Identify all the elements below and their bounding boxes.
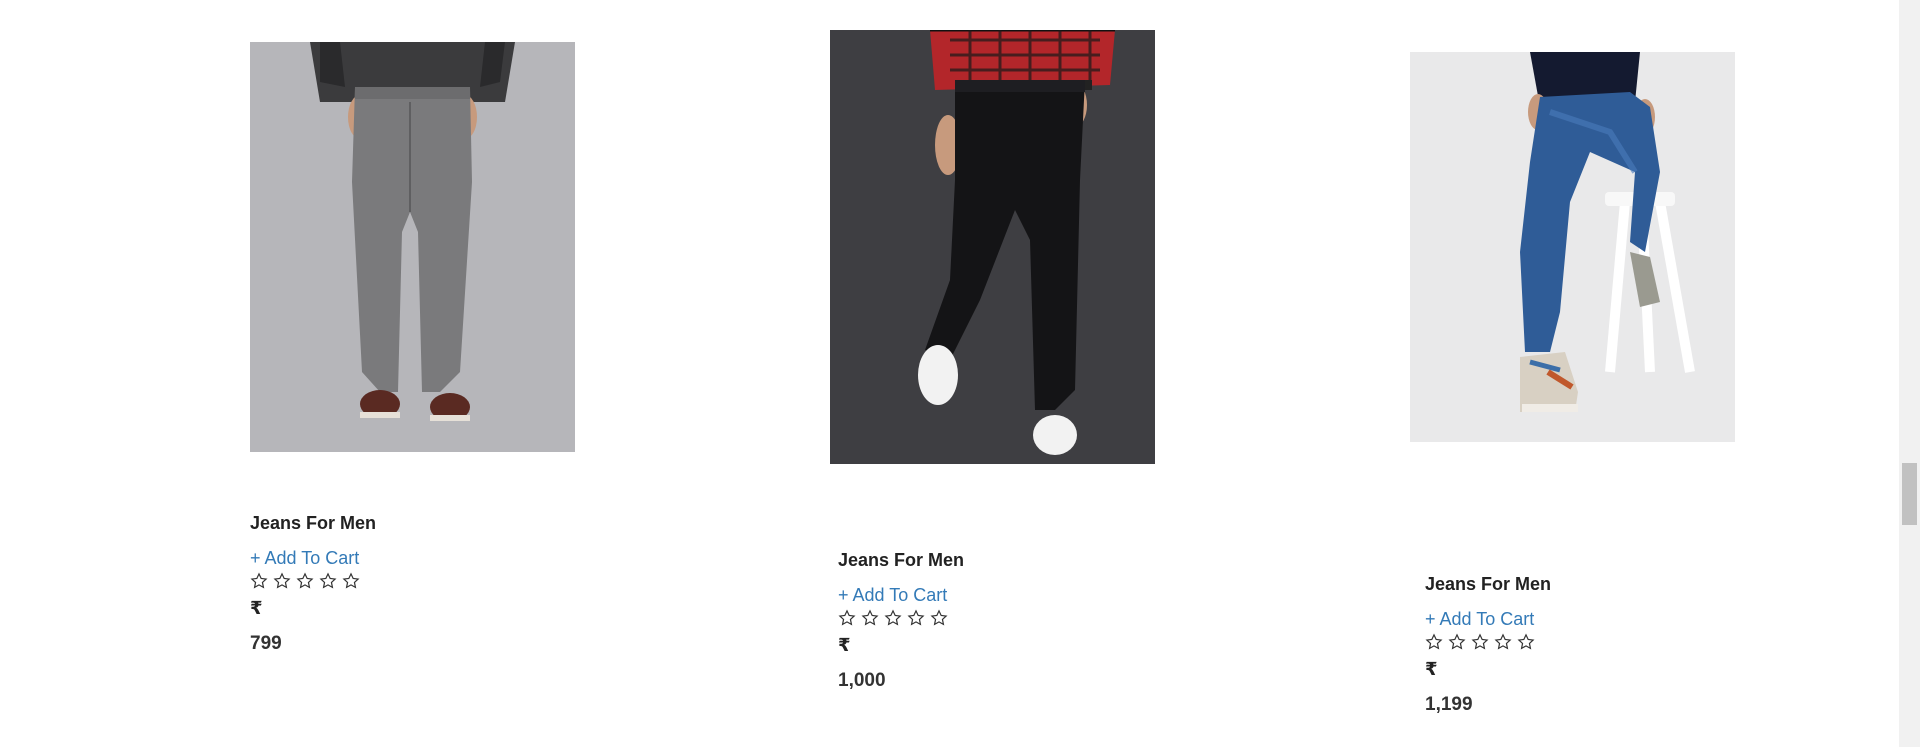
price: 1,000 — [838, 670, 886, 691]
star-outline-icon[interactable] — [1448, 633, 1466, 651]
currency-symbol: ₹ — [1425, 659, 1438, 679]
vertical-scrollbar-thumb[interactable] — [1902, 463, 1917, 525]
star-outline-icon[interactable] — [342, 572, 360, 590]
add-to-cart-link[interactable]: + Add To Cart — [1425, 608, 1534, 630]
star-outline-icon[interactable] — [861, 609, 879, 627]
rating-stars[interactable] — [250, 572, 550, 594]
product-image-black-jeans[interactable] — [830, 30, 1155, 464]
product-grid-page: Jeans For Men + Add To Cart ₹ 799 Jeans … — [0, 0, 1920, 747]
product-image-grey-jeans[interactable] — [250, 42, 575, 452]
rating-stars[interactable] — [1425, 633, 1725, 655]
star-outline-icon[interactable] — [1471, 633, 1489, 651]
star-outline-icon[interactable] — [1425, 633, 1443, 651]
add-to-cart-link[interactable]: + Add To Cart — [838, 584, 947, 606]
star-outline-icon[interactable] — [296, 572, 314, 590]
vertical-scrollbar-track[interactable] — [1899, 0, 1920, 747]
star-outline-icon[interactable] — [250, 572, 268, 590]
star-outline-icon[interactable] — [1517, 633, 1535, 651]
star-outline-icon[interactable] — [319, 572, 337, 590]
star-outline-icon[interactable] — [1494, 633, 1512, 651]
product-info-3: Jeans For Men + Add To Cart ₹ 1,199 — [1425, 573, 1725, 716]
product-title[interactable]: Jeans For Men — [1425, 573, 1725, 595]
product-title[interactable]: Jeans For Men — [250, 512, 550, 534]
price: 799 — [250, 633, 282, 654]
product-info-1: Jeans For Men + Add To Cart ₹ 799 — [250, 512, 550, 655]
price: 1,199 — [1425, 694, 1473, 715]
star-outline-icon[interactable] — [273, 572, 291, 590]
product-info-2: Jeans For Men + Add To Cart ₹ 1,000 — [838, 549, 1138, 692]
star-outline-icon[interactable] — [838, 609, 856, 627]
star-outline-icon[interactable] — [930, 609, 948, 627]
product-title[interactable]: Jeans For Men — [838, 549, 1138, 571]
star-outline-icon[interactable] — [907, 609, 925, 627]
star-outline-icon[interactable] — [884, 609, 902, 627]
currency-symbol: ₹ — [250, 598, 263, 618]
product-image-blue-jeans[interactable] — [1410, 52, 1735, 442]
rating-stars[interactable] — [838, 609, 1138, 631]
add-to-cart-link[interactable]: + Add To Cart — [250, 547, 359, 569]
currency-symbol: ₹ — [838, 635, 851, 655]
